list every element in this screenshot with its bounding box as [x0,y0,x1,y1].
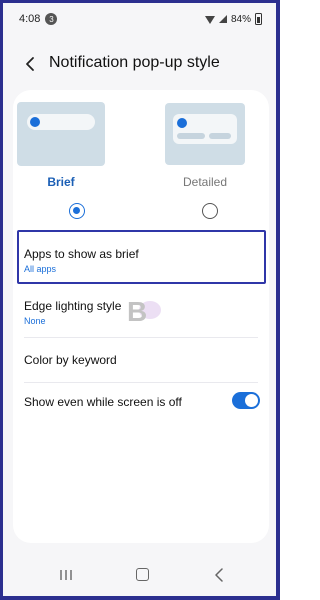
status-time: 4:08 [19,13,41,25]
app-header: Notification pop-up style [3,47,276,81]
setting-color-by-keyword[interactable]: Color by keyword [13,340,269,380]
recent-apps-icon[interactable] [59,569,73,581]
radio-detailed[interactable] [202,203,218,219]
option-label-brief[interactable]: Brief [17,175,105,189]
wifi-icon [204,15,215,24]
setting-subtitle: None [24,316,46,326]
home-icon[interactable] [136,568,149,581]
battery-icon [255,13,262,25]
preview-dot-icon [30,117,40,127]
setting-apps-to-show-as-brief[interactable]: Apps to show as brief All apps [13,235,269,279]
navigation-bar [3,556,276,596]
setting-title: Color by keyword [24,353,117,367]
brief-preview-image[interactable] [17,102,105,166]
setting-title: Edge lighting style [24,299,122,313]
back-icon[interactable] [213,568,225,582]
signal-icon [218,15,227,23]
setting-title: Show even while screen is off [24,395,182,409]
page-title: Notification pop-up style [49,54,220,71]
option-label-detailed[interactable]: Detailed [165,175,245,189]
radio-brief[interactable] [69,203,85,219]
notification-count-badge: 3 [45,13,58,25]
svg-text:B: B [127,296,147,325]
back-arrow-icon[interactable] [23,56,39,72]
settings-card: Brief Detailed Apps to show as brief All… [13,90,269,543]
phone-screen: 4:08 3 84% Notification pop-up style Bri… [0,0,280,600]
setting-subtitle: All apps [24,264,57,274]
battery-percent: 84% [230,13,251,25]
setting-show-even-while-screen-off[interactable]: Show even while screen is off [13,384,269,418]
screen-off-toggle[interactable] [232,392,260,409]
preview-dot-icon [177,118,187,128]
detailed-preview-image[interactable] [165,103,245,165]
status-bar: 4:08 3 84% [3,3,276,35]
watermark-logo: B [127,296,161,325]
setting-title: Apps to show as brief [24,247,139,261]
